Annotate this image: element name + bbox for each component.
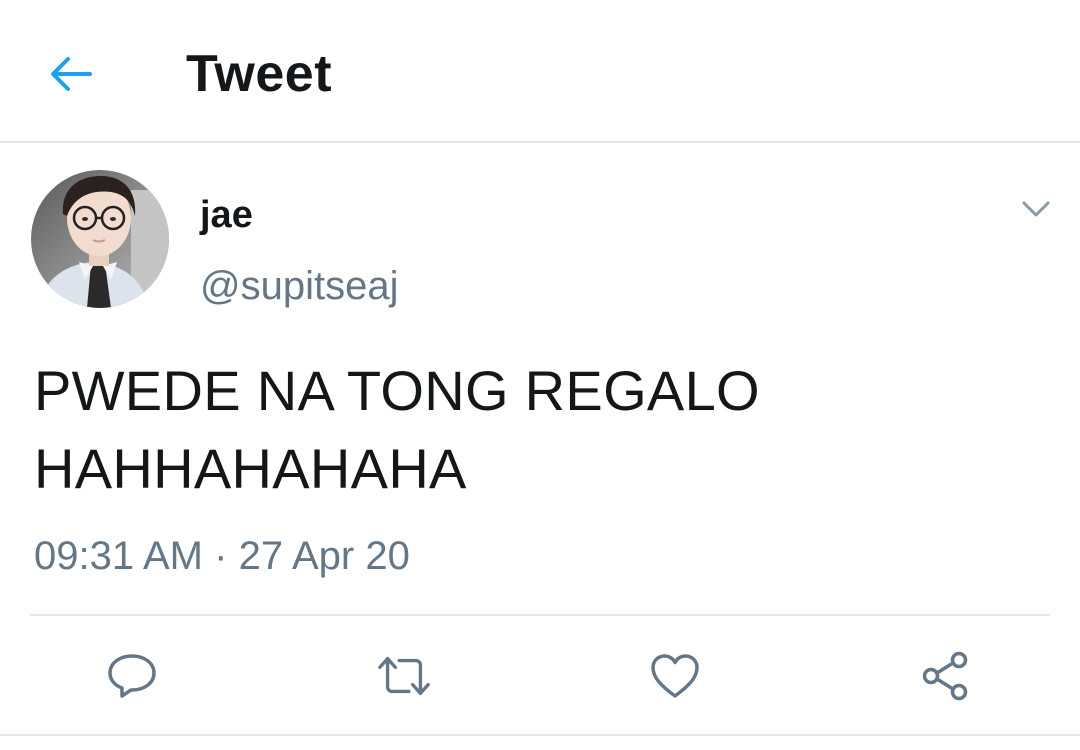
meta-separator: ·	[214, 534, 228, 578]
tweet-date: 27 Apr 20	[238, 534, 410, 578]
more-options-button[interactable]	[1014, 192, 1058, 226]
reply-button[interactable]	[104, 648, 160, 704]
tweet-text: PWEDE NA TONG REGALO HAHHAHAHAHA	[34, 352, 1044, 508]
tweet-text-line: PWEDE NA TONG REGALO	[34, 359, 760, 422]
profile-photo	[31, 170, 169, 308]
share-icon	[922, 651, 968, 701]
chevron-down-icon	[1022, 201, 1050, 217]
like-button[interactable]	[647, 648, 703, 704]
share-button[interactable]	[917, 648, 973, 704]
tweet-timestamp[interactable]: 09:31 AM · 27 Apr 20	[34, 532, 410, 580]
retweet-icon	[378, 656, 430, 696]
arrow-left-icon	[51, 57, 92, 91]
user-handle[interactable]: @supitseaj	[200, 262, 398, 310]
back-button[interactable]	[40, 46, 100, 102]
divider	[30, 614, 1050, 616]
reply-icon	[108, 654, 156, 698]
retweet-button[interactable]	[376, 648, 432, 704]
top-bar: Tweet	[0, 0, 1080, 143]
like-icon	[651, 654, 699, 698]
tweet-time: 09:31 AM	[34, 534, 204, 578]
display-name[interactable]: jae	[200, 192, 253, 238]
page-title: Tweet	[186, 45, 333, 103]
tweet-text-line: HAHHAHAHAHA	[34, 437, 467, 500]
avatar[interactable]	[31, 170, 169, 308]
bottom-divider	[0, 734, 1080, 736]
